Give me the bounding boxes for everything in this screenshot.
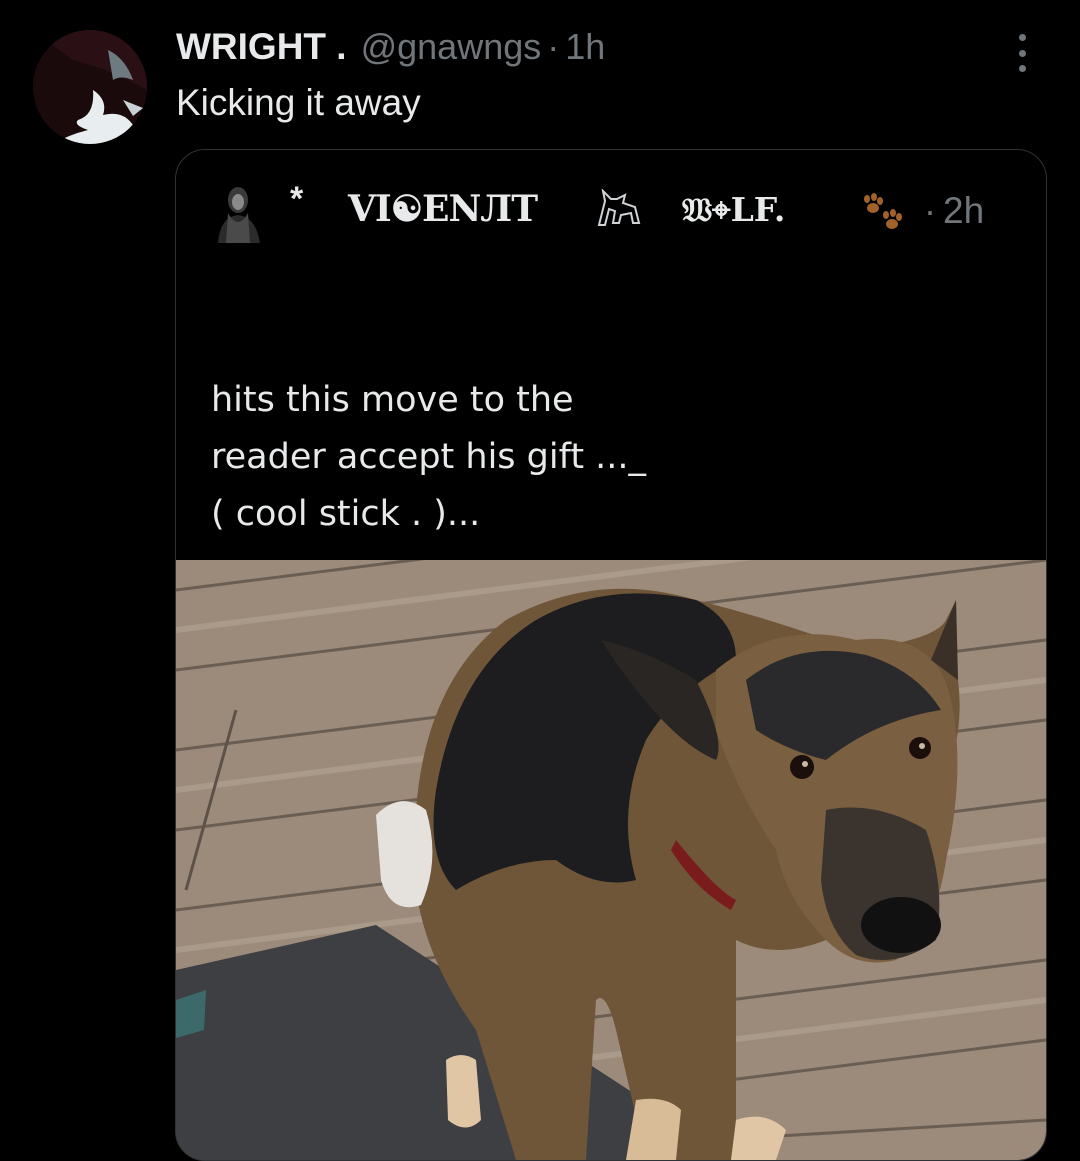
- dot: [1018, 65, 1026, 72]
- dot: [1018, 49, 1026, 57]
- quoted-tweet-timestamp[interactable]: 2h: [943, 190, 984, 232]
- tweet-header: WRIGHT . @gnawngs · 1h: [176, 26, 605, 72]
- quoted-author-display-name-part2[interactable]: 𝔚⌖LF.: [682, 190, 785, 230]
- separator-dot: ·: [547, 26, 560, 67]
- quoted-author-display-name[interactable]: VI☯ENЛT: [348, 188, 538, 230]
- quoted-tweet-photo[interactable]: [176, 560, 1046, 1160]
- author-handle[interactable]: @gnawngs: [361, 26, 542, 68]
- separator-dot: ·: [924, 190, 936, 231]
- author-avatar[interactable]: [33, 30, 147, 144]
- more-dots-icon[interactable]: [1004, 34, 1040, 72]
- quoted-tweet-text: hits this move to the reader accept his …: [211, 380, 647, 534]
- quoted-author-avatar[interactable]: [210, 183, 266, 243]
- dot: [1018, 34, 1026, 41]
- author-display-name[interactable]: WRIGHT .: [176, 26, 347, 68]
- quoted-tweet-card[interactable]: * VI☯ENЛT 𝔚⌖LF. · 2h hits this move to t…: [175, 149, 1047, 1161]
- tweet-text: Kicking it away: [176, 82, 421, 123]
- tweet-timestamp[interactable]: 1h: [565, 26, 605, 68]
- paw-prints-emoji-icon: [859, 193, 907, 238]
- quoted-tweet-header: * VI☯ENЛT 𝔚⌖LF. · 2h: [176, 150, 1046, 270]
- quoted-name-star: *: [290, 180, 304, 218]
- wolf-emoji-icon: [595, 187, 643, 237]
